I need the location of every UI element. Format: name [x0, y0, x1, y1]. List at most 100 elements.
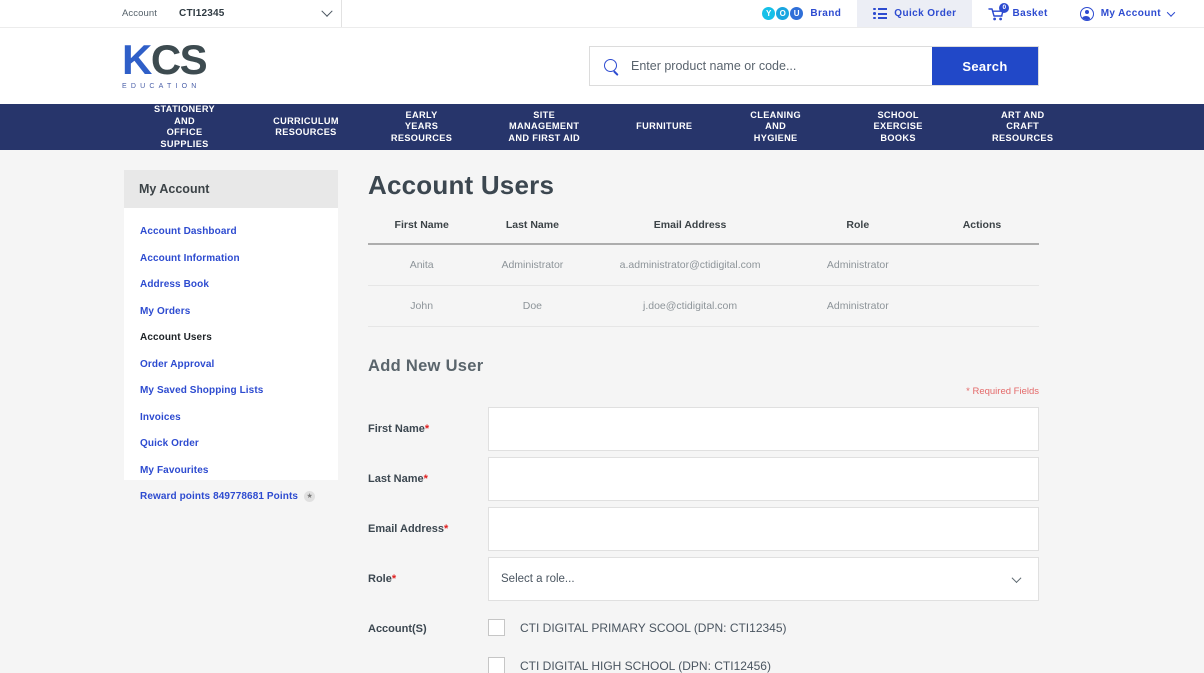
you-letter-u: U — [790, 7, 804, 20]
sidebar-item-address-book[interactable]: Address Book — [140, 279, 338, 290]
star-icon: ★ — [304, 491, 316, 502]
page-body: My Account Account Dashboard Account Inf… — [0, 150, 1204, 673]
label-first-name-text: First Name — [368, 423, 425, 435]
sidebar-title: My Account — [124, 170, 338, 208]
nav-item-stationery-and-office-supplies[interactable]: STATIONERY AND OFFICE SUPPLIES — [122, 104, 247, 150]
logo-letter-k: K — [122, 36, 152, 84]
account-checkbox-row[interactable]: CTI DIGITAL HIGH SCHOOL (DPN: CTI12456) — [488, 657, 787, 673]
accounts-checkbox-group: CTI DIGITAL PRIMARY SCOOL (DPN: CTI12345… — [488, 619, 787, 673]
label-last-name: Last Name* — [368, 473, 488, 485]
form-row-role: Role* Select a role... — [368, 557, 1039, 601]
logo-subtitle: EDUCATION — [122, 82, 201, 90]
cell-actions[interactable] — [924, 285, 1039, 327]
role-select[interactable]: Select a role... — [488, 557, 1039, 601]
checkbox-cti-digital-high-school[interactable] — [488, 657, 505, 673]
nav-item-curriculum-resources[interactable]: CURRICULUM RESOURCES — [247, 116, 365, 139]
nav-item-early-years-resources[interactable]: EARLY YEARS RESOURCES — [365, 110, 478, 145]
column-header-first-name: First Name — [368, 219, 476, 245]
nav-item-cleaning-and-hygiene[interactable]: CLEANING AND HYGIENE — [718, 110, 832, 145]
table-row[interactable]: John Doe j.doe@ctidigital.com Administra… — [368, 285, 1039, 327]
account-switcher-label: Account — [122, 8, 158, 19]
search-bar: Search — [589, 46, 1039, 86]
quick-order-label: Quick Order — [894, 8, 957, 19]
search-field[interactable] — [590, 47, 932, 85]
account-switcher[interactable]: Account CTI12345 — [0, 0, 343, 27]
search-button[interactable]: Search — [932, 47, 1038, 85]
basket-label: Basket — [1012, 8, 1048, 19]
nav-item-school-exercise-books[interactable]: SCHOOL EXERCISE BOOKS — [833, 110, 964, 145]
sidebar-item-order-approval[interactable]: Order Approval — [140, 359, 338, 370]
label-first-name: First Name* — [368, 423, 488, 435]
search-input[interactable] — [631, 59, 932, 73]
account-users-table: First Name Last Name Email Address Role … — [368, 219, 1039, 327]
sidebar-item-account-dashboard[interactable]: Account Dashboard — [140, 226, 338, 237]
nav-item-furniture[interactable]: FURNITURE — [610, 121, 718, 133]
user-avatar-icon — [1079, 6, 1094, 21]
you-letter-y: Y — [762, 7, 776, 20]
my-account-menu[interactable]: My Account — [1064, 0, 1204, 27]
you-brand-link[interactable]: Y O U Brand — [746, 0, 857, 27]
table-body: Anita Administrator a.administrator@ctid… — [368, 244, 1039, 327]
cell-actions[interactable] — [924, 244, 1039, 286]
top-utility-bar: Account CTI12345 Y O U Brand Quick Order — [0, 0, 1204, 28]
table-row[interactable]: Anita Administrator a.administrator@ctid… — [368, 244, 1039, 286]
column-header-email-address: Email Address — [589, 219, 791, 245]
main-navigation: STATIONERY AND OFFICE SUPPLIES CURRICULU… — [0, 104, 1204, 150]
nav-item-site-management-and-first-aid[interactable]: SITE MANAGEMENT AND FIRST AID — [478, 110, 610, 145]
sidebar-item-my-saved-shopping-lists[interactable]: My Saved Shopping Lists — [140, 385, 338, 396]
chevron-down-icon — [1011, 572, 1022, 583]
cell-first-name: Anita — [368, 244, 476, 286]
cell-last-name: Administrator — [475, 244, 590, 286]
label-email-address-text: Email Address — [368, 523, 445, 535]
required-fields-note: * Required Fields — [966, 386, 1039, 397]
column-header-actions: Actions — [924, 219, 1039, 245]
logo-letters-cs: CS — [150, 36, 208, 84]
email-address-input[interactable] — [488, 507, 1039, 551]
cell-first-name: John — [368, 285, 476, 327]
sidebar-item-my-favourites[interactable]: My Favourites — [140, 465, 338, 476]
chevron-down-icon — [321, 5, 333, 17]
sidebar-item-my-orders[interactable]: My Orders — [140, 306, 338, 317]
quick-order-link[interactable]: Quick Order — [857, 0, 973, 27]
first-name-input[interactable] — [488, 407, 1039, 451]
nav-item-art-and-craft-resources[interactable]: ART AND CRAFT RESOURCES — [963, 110, 1082, 145]
sidebar-item-quick-order[interactable]: Quick Order — [140, 438, 338, 449]
label-email-address: Email Address* — [368, 523, 488, 535]
main-content: Account Users First Name Last Name Email… — [368, 170, 1039, 673]
checkbox-label-cti-digital-primary-scool: CTI DIGITAL PRIMARY SCOOL (DPN: CTI12345… — [520, 620, 787, 635]
my-account-label: My Account — [1100, 8, 1161, 19]
table-header: First Name Last Name Email Address Role … — [368, 219, 1039, 245]
chevron-down-icon — [1166, 7, 1176, 17]
account-switcher-value: CTI12345 — [179, 8, 225, 19]
top-utility-links: Y O U Brand Quick Order 0 Basket My Acco… — [746, 0, 1204, 27]
kcs-logo[interactable]: KCS EDUCATION — [122, 39, 234, 90]
basket-link[interactable]: 0 Basket — [972, 0, 1063, 27]
cart-icon: 0 — [988, 2, 1010, 21]
you-brand-icon: Y O U — [762, 7, 804, 20]
role-select-value: Select a role... — [501, 573, 575, 585]
required-asterisk: * — [444, 523, 449, 535]
sidebar-item-account-users[interactable]: Account Users — [140, 332, 338, 343]
sidebar-item-invoices[interactable]: Invoices — [140, 412, 338, 423]
form-row-first-name: First Name* — [368, 407, 1039, 451]
add-new-user-title: Add New User — [368, 357, 484, 375]
checkbox-cti-digital-primary-scool[interactable] — [488, 619, 505, 636]
page-title: Account Users — [368, 170, 555, 200]
column-header-role: Role — [790, 219, 925, 245]
last-name-input[interactable] — [488, 457, 1039, 501]
form-row-email-address: Email Address* — [368, 507, 1039, 551]
cell-role: Administrator — [790, 285, 925, 327]
table-header-row: First Name Last Name Email Address Role … — [368, 219, 1039, 245]
basket-count-badge: 0 — [999, 2, 1010, 13]
column-header-last-name: Last Name — [475, 219, 590, 245]
cell-email-address: a.administrator@ctidigital.com — [589, 244, 791, 286]
cell-role: Administrator — [790, 244, 925, 286]
search-icon — [604, 58, 619, 74]
sidebar-item-reward-points[interactable]: Reward points 849778681 Points ★ — [140, 491, 338, 502]
required-asterisk: * — [391, 573, 397, 585]
site-header: KCS EDUCATION Search — [0, 28, 1204, 104]
label-role: Role* — [368, 573, 488, 585]
account-checkbox-row[interactable]: CTI DIGITAL PRIMARY SCOOL (DPN: CTI12345… — [488, 619, 787, 636]
sidebar-menu: Account Dashboard Account Information Ad… — [124, 208, 338, 502]
sidebar-item-account-information[interactable]: Account Information — [140, 253, 338, 264]
